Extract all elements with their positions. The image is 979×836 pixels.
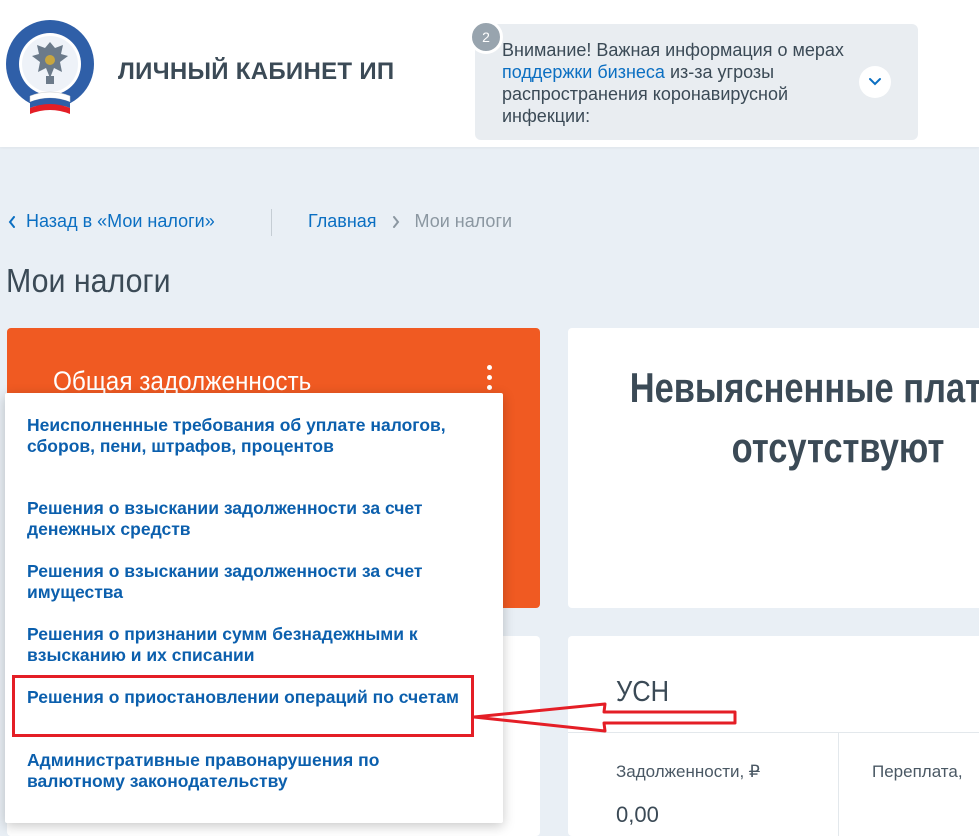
menu-item-recovery-funds[interactable]: Решения о взыскании задолженности за сче… — [27, 498, 477, 540]
menu-item-recovery-property[interactable]: Решения о взыскании задолженности за сче… — [27, 561, 477, 603]
breadcrumb-current: Мои налоги — [414, 211, 513, 231]
notice-count-badge: 2 — [469, 20, 503, 54]
fns-logo[interactable] — [2, 18, 98, 120]
unclear-payments-line2: отсутствуют — [731, 424, 945, 471]
notice-support-link[interactable]: поддержки бизнеса — [502, 62, 665, 82]
notice-expand-button[interactable] — [859, 66, 891, 98]
unclear-payments-card: Невыясненные платежи отсутствуют — [568, 328, 979, 608]
menu-item-bad-debt-writeoff[interactable]: Решения о признании сумм безнадежными к … — [27, 624, 477, 666]
chevron-down-icon — [869, 78, 881, 86]
menu-item-currency-violations[interactable]: Административные правонарушения по валют… — [27, 750, 477, 792]
back-link[interactable]: Назад в «Мои налоги» — [8, 211, 215, 232]
notice-text-before: Внимание! Важная информация о мерах — [502, 40, 844, 60]
header: ЛИЧНЫЙ КАБИНЕТ ИП 2 Внимание! Важная инф… — [0, 0, 979, 147]
unclear-payments-title: Невыясненные платежи отсутствуют — [592, 358, 979, 478]
usn-debt-value: 0,00 — [616, 802, 659, 827]
ruble-icon: ₽ — [748, 762, 760, 781]
breadcrumb-divider — [271, 209, 272, 236]
fns-emblem-icon — [6, 20, 94, 114]
page-title: Мои налоги — [6, 262, 171, 299]
usn-card: УСН Задолженности, ₽ Переплата, 0,00 — [568, 636, 979, 836]
back-link-label: Назад в «Мои налоги» — [26, 211, 215, 231]
usn-overpay-label-text: Переплата, — [872, 762, 963, 781]
chevron-right-icon — [392, 215, 400, 228]
usn-debt-label: Задолженности, ₽ — [616, 762, 760, 782]
usn-debt-label-text: Задолженности, — [616, 762, 745, 781]
menu-item-unfulfilled-requirements[interactable]: Неисполненные требования об уплате налог… — [27, 415, 477, 457]
usn-column-divider — [838, 732, 839, 836]
chevron-left-icon — [8, 215, 16, 228]
site-title[interactable]: ЛИЧНЫЙ КАБИНЕТ ИП — [118, 58, 394, 86]
breadcrumb-home[interactable]: Главная — [308, 211, 377, 232]
notice-text: Внимание! Важная информация о мерах подд… — [502, 39, 847, 127]
notice-banner[interactable]: 2 Внимание! Важная информация о мерах по… — [469, 20, 918, 140]
annotation-arrow-icon — [472, 702, 737, 733]
usn-overpay-label: Переплата, — [872, 762, 963, 782]
unclear-payments-line1: Невыясненные платежи — [629, 364, 979, 411]
annotation-highlight-box — [12, 675, 474, 737]
breadcrumb: Главная Мои налоги — [308, 211, 512, 232]
